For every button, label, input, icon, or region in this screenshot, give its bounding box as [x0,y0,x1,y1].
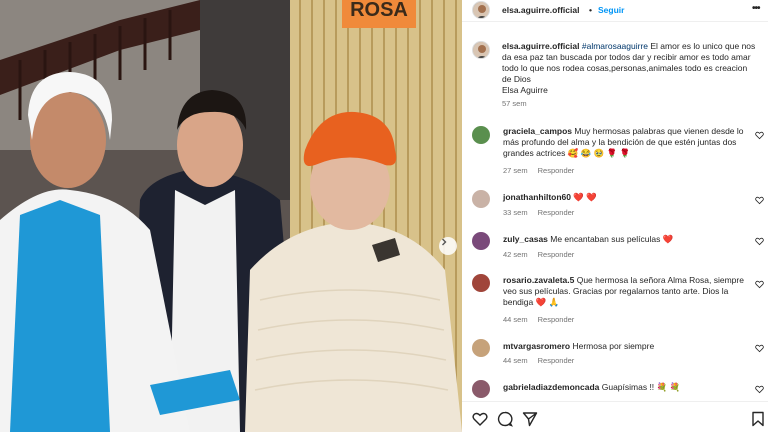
reply-button[interactable]: Responder [538,315,575,324]
comment-username[interactable]: graciela_campos [503,126,572,136]
caption-time: 57 sem [502,99,527,108]
caption-signature: Elsa Aguirre [502,85,548,95]
save-bookmark-icon[interactable] [750,411,766,427]
like-comment-heart-icon[interactable] [755,196,764,205]
header-separator: • [589,5,592,15]
comment-time: 33 sem [503,208,528,217]
commenter-avatar[interactable] [472,126,490,144]
comment-text: Hermosa por siempre [570,341,655,351]
comment-text: Me encantaban sus películas ❤️ [547,234,674,244]
follow-button[interactable]: Seguir [598,5,624,15]
like-comment-heart-icon[interactable] [755,131,764,140]
reply-button[interactable]: Responder [538,208,575,217]
comment-username[interactable]: jonathanhilton60 [503,192,571,202]
like-comment-heart-icon[interactable] [755,344,764,353]
comment-time: 44 sem [503,356,528,365]
commenter-avatar[interactable] [472,232,490,250]
post-photo[interactable]: ROSA [0,0,462,432]
comment-time: 27 sem [503,166,528,175]
like-comment-heart-icon[interactable] [755,280,764,289]
comment-username[interactable]: mtvargasromero [503,341,570,351]
author-username[interactable]: elsa.aguirre.official [502,5,579,15]
more-options-button[interactable]: ••• [752,3,760,14]
comment-meta: 27 sem Responder [503,166,584,175]
reply-button[interactable]: Responder [538,166,575,175]
caption-avatar-image [473,42,489,58]
comment-body: gabrieladiazdemoncada Guapísimas !! 💐 💐 [503,382,748,393]
reply-button[interactable]: Responder [538,356,575,365]
comment-bubble-icon[interactable] [497,411,513,427]
comment-username[interactable]: rosario.zavaleta.5 [503,275,574,285]
comment-meta: 42 sem Responder [503,250,584,259]
reply-button[interactable]: Responder [538,250,575,259]
photo-sign-text: ROSA [350,0,408,21]
like-comment-heart-icon[interactable] [755,237,764,246]
like-comment-heart-icon[interactable] [755,385,764,394]
post-actions-bar [462,401,768,432]
comment-body: mtvargasromero Hermosa por siempre [503,341,748,352]
commenter-avatar[interactable] [472,380,490,398]
comment-meta: 44 sem Responder [503,315,584,324]
commenter-avatar[interactable] [472,274,490,292]
chevron-right-icon [442,238,447,246]
comment-text: Guapísimas !! 💐 💐 [599,382,681,392]
post-photo-image [0,0,462,432]
comment-time: 42 sem [503,250,528,259]
commenter-avatar[interactable] [472,339,490,357]
comment-meta: 44 sem Responder [503,356,584,365]
caption-hashtag[interactable]: #almarosaaguirre [582,41,648,51]
commenter-avatar[interactable] [472,190,490,208]
comment-username[interactable]: zuly_casas [503,234,548,244]
comment-body: rosario.zavaleta.5 Que hermosa la señora… [503,275,748,308]
post-caption: elsa.aguirre.official #almarosaaguirre E… [502,41,757,108]
author-avatar[interactable] [472,1,490,19]
next-photo-button[interactable] [439,237,457,255]
post-header: elsa.aguirre.official • Seguir ••• [462,0,768,22]
share-send-icon[interactable] [522,411,538,427]
caption-username[interactable]: elsa.aguirre.official [502,41,579,51]
like-heart-icon[interactable] [472,411,488,427]
comment-body: jonathanhilton60 ❤️ ❤️ [503,192,748,203]
post-side-panel: elsa.aguirre.official • Seguir ••• elsa.… [462,0,768,432]
comment-time: 44 sem [503,315,528,324]
comment-text: ❤️ ❤️ [571,192,597,202]
caption-avatar[interactable] [472,41,490,59]
comment-meta: 33 sem Responder [503,208,584,217]
author-avatar-image [473,2,489,18]
comment-body: graciela_campos Muy hermosas palabras qu… [503,126,748,159]
comment-body: zuly_casas Me encantaban sus películas ❤… [503,234,748,245]
comment-username[interactable]: gabrieladiazdemoncada [503,382,599,392]
